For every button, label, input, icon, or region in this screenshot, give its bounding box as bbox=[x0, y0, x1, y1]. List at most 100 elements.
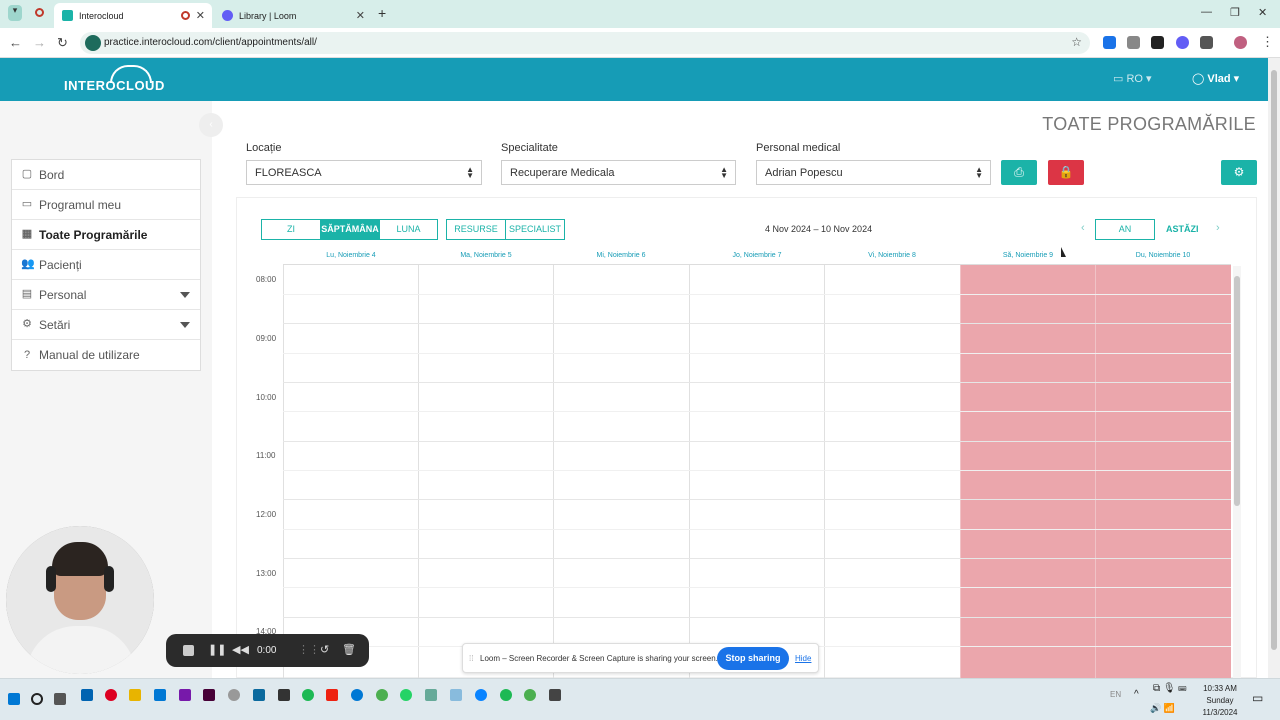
sidebar-item-manual[interactable]: ? Manual de utilizare bbox=[12, 340, 200, 370]
close-tab-icon[interactable]: ✕ bbox=[196, 9, 205, 22]
new-tab-icon[interactable]: + bbox=[378, 5, 386, 21]
url-input[interactable]: practice.interocloud.com/client/appointm… bbox=[80, 32, 1090, 54]
extension-icon[interactable] bbox=[1151, 36, 1164, 49]
sidebar-item-toate-programarile[interactable]: ▦ Toate Programările bbox=[12, 220, 200, 250]
stop-sharing-button[interactable]: Stop sharing bbox=[717, 647, 789, 670]
onenote-icon[interactable] bbox=[179, 689, 191, 701]
outlook-icon[interactable] bbox=[154, 689, 166, 701]
profile-avatar-icon[interactable] bbox=[1234, 36, 1247, 49]
pdf-icon[interactable] bbox=[326, 689, 338, 701]
tab-loom[interactable]: Library | Loom ✕ bbox=[214, 3, 372, 28]
chrome-icon[interactable] bbox=[524, 689, 536, 701]
extension-icon[interactable] bbox=[1127, 36, 1140, 49]
calendar-grid[interactable] bbox=[283, 264, 1231, 678]
reload-icon[interactable]: ↻ bbox=[57, 35, 68, 51]
page-scrollbar[interactable] bbox=[1268, 58, 1280, 678]
forward-icon[interactable]: → bbox=[33, 35, 46, 50]
bookmark-star-icon[interactable]: ☆ bbox=[1071, 35, 1082, 49]
drag-handle-icon[interactable]: ⋮⋮ bbox=[298, 643, 320, 656]
today-button[interactable]: ASTĂZI bbox=[1166, 224, 1199, 234]
time-label: 12:00 bbox=[256, 510, 277, 519]
app-icon[interactable] bbox=[450, 689, 462, 701]
chrome-icon[interactable] bbox=[376, 689, 388, 701]
next-week-icon[interactable]: › bbox=[1216, 222, 1220, 234]
sidebar-item-setari[interactable]: ⚙ Setări bbox=[12, 310, 200, 340]
webcam-bubble[interactable] bbox=[6, 526, 154, 674]
minimize-icon[interactable]: — bbox=[1201, 6, 1212, 18]
specialty-select[interactable]: Recuperare Medicala ▲ ▼ bbox=[501, 160, 736, 185]
hour-line bbox=[283, 617, 1231, 618]
user-menu[interactable]: ◯ Vlad ▾ bbox=[1192, 72, 1239, 85]
sidebar-item-personal[interactable]: ▤ Personal bbox=[12, 280, 200, 310]
spotify-icon[interactable] bbox=[302, 689, 314, 701]
scrollbar-thumb[interactable] bbox=[1271, 70, 1277, 650]
opera-icon[interactable] bbox=[105, 689, 117, 701]
search-icon[interactable] bbox=[31, 693, 43, 705]
sidebar-item-pacienti[interactable]: 👥 Pacienți bbox=[12, 250, 200, 280]
system-tray-icons[interactable]: ⧉ 🎙 ⌨ bbox=[1153, 683, 1186, 694]
sidebar-item-bord[interactable]: ▢ Bord bbox=[12, 160, 200, 190]
close-tab-icon[interactable]: ✕ bbox=[356, 9, 365, 22]
recording-tab-icon[interactable] bbox=[35, 8, 44, 20]
pause-icon[interactable]: ❚❚ bbox=[208, 643, 226, 656]
hide-link[interactable]: Hide bbox=[795, 654, 811, 663]
task-view-icon[interactable] bbox=[54, 693, 66, 705]
lock-button[interactable]: 🔒 bbox=[1048, 160, 1084, 185]
tab-search-icon[interactable]: ▾ bbox=[8, 5, 22, 21]
chevron-up-icon[interactable]: ^ bbox=[1134, 689, 1139, 700]
print-button[interactable]: ⎙ bbox=[1001, 160, 1037, 185]
restart-icon[interactable]: ↺ bbox=[320, 643, 329, 656]
tab-interocloud[interactable]: Interocloud ✕ bbox=[54, 3, 212, 28]
sidebar-item-label: Programul meu bbox=[39, 197, 122, 212]
restore-icon[interactable]: ❐ bbox=[1230, 6, 1240, 19]
staff-select[interactable]: Adrian Popescu ▲ ▼ bbox=[756, 160, 991, 185]
browser-menu-icon[interactable]: ⋮ bbox=[1261, 34, 1274, 50]
app-icon[interactable] bbox=[475, 689, 487, 701]
year-button[interactable]: AN bbox=[1095, 219, 1155, 240]
location-label: Locație bbox=[246, 142, 282, 154]
view-month-button[interactable]: LUNA bbox=[379, 219, 438, 240]
half-hour-line bbox=[283, 529, 1231, 530]
trash-icon[interactable]: 🗑 bbox=[342, 643, 356, 656]
day-header: Ma, Noiembrie 5 bbox=[460, 252, 512, 259]
stop-recording-icon[interactable] bbox=[183, 645, 194, 656]
tab-title: Library | Loom bbox=[239, 10, 297, 21]
language-selector[interactable]: ▭ RO ▾ bbox=[1113, 72, 1152, 85]
xd-icon[interactable] bbox=[203, 689, 215, 701]
app-icon[interactable] bbox=[425, 689, 437, 701]
app-icon[interactable] bbox=[81, 689, 93, 701]
collapse-sidebar-button[interactable]: ‹ bbox=[199, 113, 223, 137]
scrollbar-thumb[interactable] bbox=[1234, 276, 1240, 506]
calendar-scrollbar[interactable] bbox=[1233, 266, 1241, 678]
folder-icon[interactable] bbox=[129, 689, 141, 701]
gear-icon[interactable] bbox=[549, 689, 561, 701]
loom-extension-icon[interactable] bbox=[1176, 36, 1189, 49]
drag-handle-icon[interactable]: ⁞⁞ bbox=[469, 654, 473, 663]
view-day-button[interactable]: ZI bbox=[261, 219, 321, 240]
back-icon[interactable]: ← bbox=[9, 35, 22, 50]
resources-button[interactable]: RESURSE bbox=[446, 219, 506, 240]
edge-icon[interactable] bbox=[351, 689, 363, 701]
extension-icon[interactable] bbox=[1103, 36, 1116, 49]
whatsapp-icon[interactable] bbox=[400, 689, 412, 701]
specialist-button[interactable]: SPECIALIST bbox=[505, 219, 565, 240]
close-window-icon[interactable]: ✕ bbox=[1258, 6, 1267, 19]
logo-text[interactable]: INTEROCLOUD bbox=[64, 78, 165, 93]
extensions-puzzle-icon[interactable] bbox=[1200, 36, 1213, 49]
settings-button[interactable]: ⚙ bbox=[1221, 160, 1257, 185]
rewind-icon[interactable]: ◀◀ bbox=[232, 643, 249, 656]
notifications-icon[interactable]: ▭ bbox=[1252, 691, 1263, 705]
app-icon[interactable] bbox=[278, 689, 290, 701]
location-select[interactable]: FLOREASCA ▲ ▼ bbox=[246, 160, 482, 185]
spotify-icon[interactable] bbox=[500, 689, 512, 701]
clock-time[interactable]: 10:33 AM bbox=[1200, 684, 1240, 693]
volume-icon[interactable]: 🔊 📶 bbox=[1150, 703, 1175, 714]
site-info-icon[interactable] bbox=[85, 35, 101, 51]
prev-week-icon[interactable]: ‹ bbox=[1081, 222, 1085, 234]
windows-start-icon[interactable] bbox=[8, 693, 20, 705]
view-week-button[interactable]: SĂPTĂMÂNA bbox=[320, 219, 380, 240]
app-icon[interactable] bbox=[253, 689, 265, 701]
cloud-icon[interactable] bbox=[228, 689, 240, 701]
sidebar-item-programul-meu[interactable]: ▭ Programul meu bbox=[12, 190, 200, 220]
language-indicator[interactable]: EN bbox=[1110, 690, 1121, 699]
